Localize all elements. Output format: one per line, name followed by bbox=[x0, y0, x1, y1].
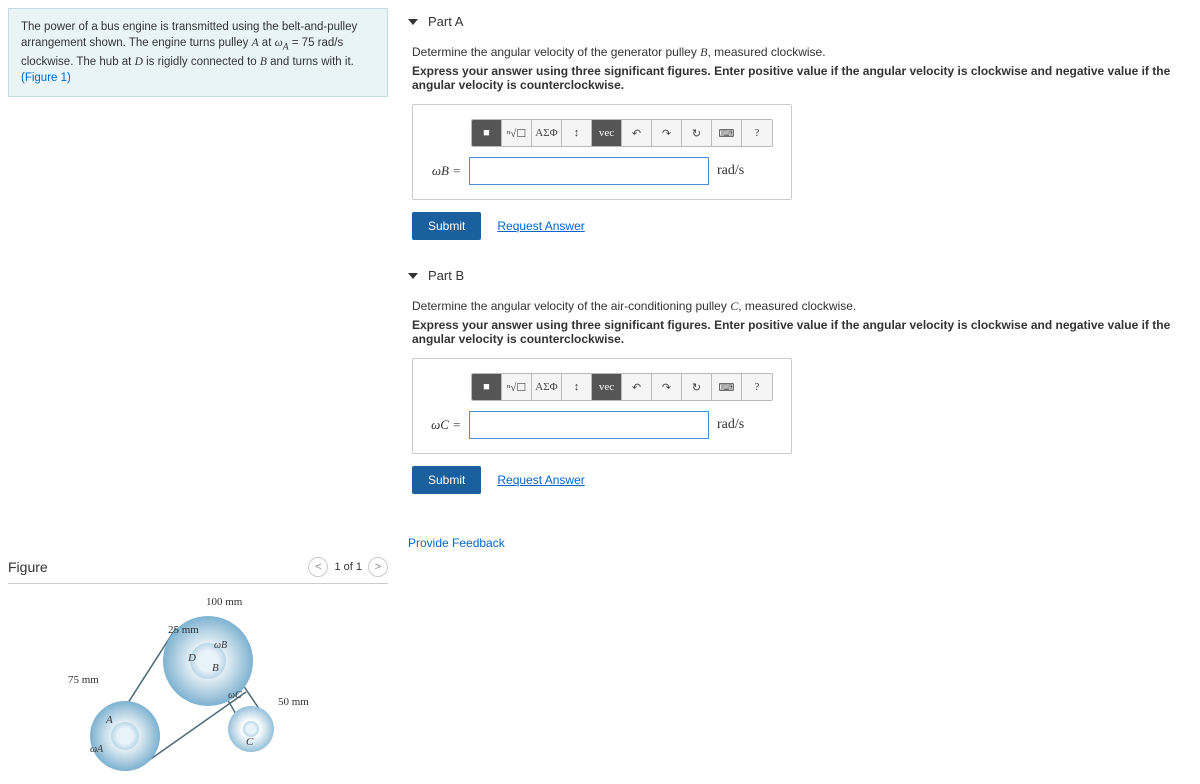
root-button[interactable]: ⁿ√☐ bbox=[502, 374, 532, 400]
part-a-title: Part A bbox=[428, 14, 463, 29]
templates-button[interactable]: ■ bbox=[472, 374, 502, 400]
root-button[interactable]: ⁿ√☐ bbox=[502, 120, 532, 146]
figure-section: Figure < 1 of 1 > 100 mm 25 mm bbox=[8, 557, 388, 776]
greek-button[interactable]: ΑΣΦ bbox=[532, 120, 562, 146]
caret-down-icon bbox=[408, 19, 418, 25]
var-A: A bbox=[252, 37, 259, 49]
part-b-instruction: Express your answer using three signific… bbox=[412, 318, 1192, 346]
var-D: D bbox=[135, 56, 143, 68]
part-a-request-answer[interactable]: Request Answer bbox=[497, 219, 584, 233]
equation-toolbar: ■ ⁿ√☐ ΑΣΦ ↕ vec ↶ ↷ ↻ ⌨ ? bbox=[471, 373, 773, 401]
reset-button[interactable]: ↻ bbox=[682, 120, 712, 146]
part-b-submit-button[interactable]: Submit bbox=[412, 466, 481, 494]
part-b-var-label: ωC = bbox=[431, 417, 461, 433]
part-a-instruction: Express your answer using three signific… bbox=[412, 64, 1192, 92]
part-a: Part A Determine the angular velocity of… bbox=[408, 8, 1192, 240]
part-b-request-answer[interactable]: Request Answer bbox=[497, 473, 584, 487]
vec-button[interactable]: vec bbox=[592, 120, 622, 146]
undo-button[interactable]: ↶ bbox=[622, 120, 652, 146]
reset-button[interactable]: ↻ bbox=[682, 374, 712, 400]
figure-title: Figure bbox=[8, 559, 48, 575]
greek-button[interactable]: ΑΣΦ bbox=[532, 374, 562, 400]
part-b: Part B Determine the angular velocity of… bbox=[408, 262, 1192, 494]
part-b-header[interactable]: Part B bbox=[408, 262, 1192, 289]
part-a-unit: rad/s bbox=[717, 163, 744, 179]
part-b-answer-box: ■ ⁿ√☐ ΑΣΦ ↕ vec ↶ ↷ ↻ ⌨ ? ωC = ra bbox=[412, 358, 792, 454]
var-B: B bbox=[260, 56, 267, 68]
subsup-button[interactable]: ↕ bbox=[562, 120, 592, 146]
equation-toolbar: ■ ⁿ√☐ ΑΣΦ ↕ vec ↶ ↷ ↻ ⌨ ? bbox=[471, 119, 773, 147]
figure-link[interactable]: (Figure 1) bbox=[21, 72, 71, 84]
part-a-prompt: Determine the angular velocity of the ge… bbox=[412, 45, 1192, 60]
keyboard-button[interactable]: ⌨ bbox=[712, 374, 742, 400]
part-b-answer-input[interactable] bbox=[469, 411, 709, 439]
part-a-header[interactable]: Part A bbox=[408, 8, 1192, 35]
provide-feedback-link[interactable]: Provide Feedback bbox=[408, 536, 505, 550]
figure-count: 1 of 1 bbox=[334, 561, 362, 573]
undo-button[interactable]: ↶ bbox=[622, 374, 652, 400]
part-b-prompt: Determine the angular velocity of the ai… bbox=[412, 299, 1192, 314]
part-a-var-label: ωB = bbox=[431, 163, 461, 179]
caret-down-icon bbox=[408, 273, 418, 279]
problem-statement: The power of a bus engine is transmitted… bbox=[8, 8, 388, 97]
redo-button[interactable]: ↷ bbox=[652, 374, 682, 400]
vec-button[interactable]: vec bbox=[592, 374, 622, 400]
help-button[interactable]: ? bbox=[742, 374, 772, 400]
part-a-answer-input[interactable] bbox=[469, 157, 709, 185]
keyboard-button[interactable]: ⌨ bbox=[712, 120, 742, 146]
figure-prev-button[interactable]: < bbox=[308, 557, 328, 577]
part-b-unit: rad/s bbox=[717, 417, 744, 433]
templates-button[interactable]: ■ bbox=[472, 120, 502, 146]
part-a-submit-button[interactable]: Submit bbox=[412, 212, 481, 240]
figure-next-button[interactable]: > bbox=[368, 557, 388, 577]
figure-diagram: 100 mm 25 mm 75 mm 50 mm A B C D ωA ωB ω… bbox=[68, 596, 348, 776]
figure-nav: < 1 of 1 > bbox=[308, 557, 388, 577]
redo-button[interactable]: ↷ bbox=[652, 120, 682, 146]
part-a-answer-box: ■ ⁿ√☐ ΑΣΦ ↕ vec ↶ ↷ ↻ ⌨ ? ωB = ra bbox=[412, 104, 792, 200]
part-b-title: Part B bbox=[428, 268, 464, 283]
help-button[interactable]: ? bbox=[742, 120, 772, 146]
subsup-button[interactable]: ↕ bbox=[562, 374, 592, 400]
